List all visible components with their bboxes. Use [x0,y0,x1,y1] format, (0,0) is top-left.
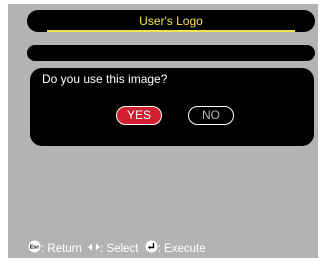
menu-row-placeholder [27,45,315,61]
menu-title: User's Logo [139,14,203,28]
help-footer: Esc : Return : Select : Execute [28,240,318,256]
execute-hint: : Execute [157,243,206,256]
enter-button-icon [145,240,158,258]
dialog-question: Do you use this image? [42,72,168,86]
title-underline [47,30,295,32]
title-bar: User's Logo [27,10,315,32]
confirm-dialog: Do you use this image? YES NO [30,68,314,146]
yes-button[interactable]: YES [116,106,162,125]
return-hint: : Return [41,243,82,256]
esc-button-icon: Esc [28,240,41,258]
left-right-arrows-icon [88,241,101,257]
svg-text:Esc: Esc [30,245,39,251]
no-button[interactable]: NO [188,106,234,125]
select-hint: : Select [100,243,139,256]
projector-menu-panel: User's Logo Do you use this image? YES N… [8,4,318,258]
